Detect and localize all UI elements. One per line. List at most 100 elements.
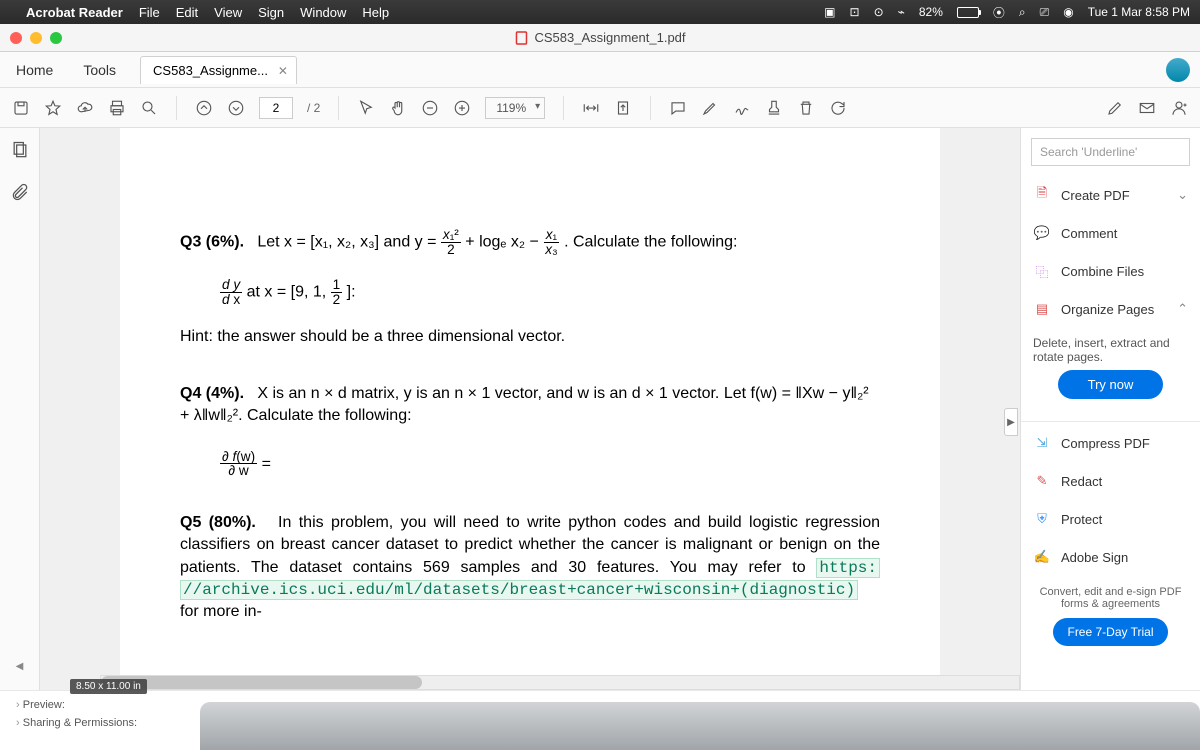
- rotate-icon[interactable]: [829, 99, 847, 117]
- tool-compress[interactable]: ⇲Compress PDF: [1021, 424, 1200, 462]
- menu-view[interactable]: View: [214, 5, 242, 20]
- document-tab[interactable]: CS583_Assignme... ✕: [140, 56, 297, 84]
- toolbar: / 2 119%: [0, 88, 1200, 128]
- highlight-icon[interactable]: [701, 99, 719, 117]
- search-icon[interactable]: ⌕: [1019, 5, 1026, 20]
- tab-tools[interactable]: Tools: [77, 58, 122, 82]
- minimize-window-button[interactable]: [30, 32, 42, 44]
- page-dimensions: 8.50 x 11.00 in: [70, 679, 147, 694]
- q3-frac2: x₁x₃: [543, 228, 559, 256]
- page-up-icon[interactable]: [195, 99, 213, 117]
- edit-icon[interactable]: [1106, 99, 1124, 117]
- tabs-row: Home Tools CS583_Assignme... ✕: [0, 52, 1200, 88]
- right-panel: Search 'Underline' 🗎Create PDF 💬Comment …: [1020, 128, 1200, 690]
- fullscreen-window-button[interactable]: [50, 32, 62, 44]
- menu-items: File Edit View Sign Window Help: [139, 5, 389, 20]
- tool-combine[interactable]: ⿻Combine Files: [1021, 252, 1200, 290]
- mail-icon[interactable]: [1138, 99, 1156, 117]
- bluetooth-icon[interactable]: ⌁: [898, 5, 905, 19]
- document-tab-label: CS583_Assignme...: [153, 63, 268, 78]
- sign-icon[interactable]: [733, 99, 751, 117]
- menubar-right: ▣ ⊡ ⊙ ⌁ 82% ⦿ ⌕ ⎚ ◉ Tue 1 Mar 8:58 PM: [824, 4, 1190, 21]
- wifi-icon[interactable]: ⦿: [993, 4, 1005, 21]
- expand-panel-handle[interactable]: ▶: [1004, 408, 1018, 436]
- magnifier-icon[interactable]: [140, 99, 158, 117]
- document-viewport[interactable]: Q3 (6%). Let x = [x₁, x₂, x₃] and y = x₁…: [40, 128, 1020, 690]
- select-tool-icon[interactable]: [357, 99, 375, 117]
- q4-eq: =: [262, 455, 271, 472]
- collapse-rail-icon[interactable]: ◀: [16, 661, 24, 672]
- page-down-icon[interactable]: [227, 99, 245, 117]
- save-icon[interactable]: [12, 99, 30, 117]
- app-name[interactable]: Acrobat Reader: [26, 5, 123, 20]
- control-center-icon[interactable]: ⎚: [1040, 5, 1050, 20]
- attachments-icon[interactable]: [10, 182, 30, 202]
- pdf-page: Q3 (6%). Let x = [x₁, x₂, x₃] and y = x₁…: [120, 128, 940, 690]
- siri-icon[interactable]: ◉: [1063, 5, 1073, 19]
- zoom-in-icon[interactable]: [453, 99, 471, 117]
- q5-text-b: for more in-: [180, 603, 262, 620]
- zoom-level[interactable]: 119%: [485, 97, 545, 119]
- q3-deriv-a: at x = [9, 1,: [247, 284, 331, 301]
- menu-help[interactable]: Help: [362, 5, 389, 20]
- bottom-area: 8.50 x 11.00 in Preview: Sharing & Permi…: [0, 690, 1200, 750]
- tool-comment[interactable]: 💬Comment: [1021, 214, 1200, 252]
- stamp-icon[interactable]: [765, 99, 783, 117]
- zoom-out-icon[interactable]: [421, 99, 439, 117]
- close-tab-icon[interactable]: ✕: [278, 64, 288, 78]
- battery-percent[interactable]: 82%: [919, 5, 943, 19]
- hand-tool-icon[interactable]: [389, 99, 407, 117]
- play-icon[interactable]: ⊙: [874, 5, 884, 19]
- macos-dock[interactable]: [200, 702, 1200, 750]
- left-rail: ◀: [0, 128, 40, 690]
- free-trial-button[interactable]: Free 7-Day Trial: [1053, 618, 1167, 646]
- protect-icon: ⛨: [1033, 510, 1051, 528]
- account-icon[interactable]: [1166, 58, 1190, 82]
- tool-redact[interactable]: ✎Redact: [1021, 462, 1200, 500]
- create-pdf-icon: 🗎: [1033, 186, 1051, 204]
- combine-icon: ⿻: [1033, 262, 1051, 280]
- page-number-input[interactable]: [259, 97, 293, 119]
- cloud-icon[interactable]: [76, 99, 94, 117]
- search-tools-input[interactable]: Search 'Underline': [1031, 138, 1190, 166]
- page-total: / 2: [307, 101, 320, 115]
- scrollbar-thumb[interactable]: [101, 676, 422, 689]
- q3-frac1: x₁²2: [441, 228, 461, 256]
- tool-adobe-sign[interactable]: ✍Adobe Sign: [1021, 538, 1200, 576]
- thumbnails-icon[interactable]: [10, 140, 30, 160]
- q4-text: X is an n × d matrix, y is an n × 1 vect…: [180, 385, 869, 424]
- compress-icon: ⇲: [1033, 434, 1051, 452]
- tool-protect[interactable]: ⛨Protect: [1021, 500, 1200, 538]
- battery-icon[interactable]: [957, 7, 979, 18]
- fit-width-icon[interactable]: [582, 99, 600, 117]
- comment-icon[interactable]: [669, 99, 687, 117]
- trash-icon[interactable]: [797, 99, 815, 117]
- q5-text-a: In this problem, you will need to write …: [180, 514, 880, 576]
- q3-half: 12: [331, 278, 343, 306]
- tool-organize[interactable]: ▤Organize Pages: [1021, 290, 1200, 328]
- star-icon[interactable]: [44, 99, 62, 117]
- q5-url-1: https:: [816, 558, 880, 578]
- share-icon[interactable]: [1170, 99, 1188, 117]
- try-now-button[interactable]: Try now: [1058, 370, 1164, 399]
- tool-create-pdf[interactable]: 🗎Create PDF: [1021, 176, 1200, 214]
- menu-window[interactable]: Window: [300, 5, 346, 20]
- camera-icon[interactable]: ▣: [824, 5, 835, 19]
- q3-hint: Hint: the answer should be a three dimen…: [180, 326, 880, 348]
- menu-file[interactable]: File: [139, 5, 160, 20]
- menu-sign[interactable]: Sign: [258, 5, 284, 20]
- menu-edit[interactable]: Edit: [176, 5, 198, 20]
- video-icon[interactable]: ⊡: [850, 5, 860, 19]
- q5-url-2: //archive.ics.uci.edu/ml/datasets/breast…: [180, 580, 858, 600]
- window-title: CS583_Assignment_1.pdf: [514, 30, 685, 45]
- print-icon[interactable]: [108, 99, 126, 117]
- fit-page-icon[interactable]: [614, 99, 632, 117]
- organize-icon: ▤: [1033, 300, 1051, 318]
- q3-text-a: Let x = [x₁, x₂, x₃] and y =: [257, 233, 441, 250]
- q3-text-b: + logₑ x₂ −: [465, 233, 543, 250]
- horizontal-scrollbar[interactable]: [100, 675, 1020, 690]
- q4-heading: Q4 (4%).: [180, 385, 244, 402]
- close-window-button[interactable]: [10, 32, 22, 44]
- clock[interactable]: Tue 1 Mar 8:58 PM: [1088, 5, 1190, 19]
- tab-home[interactable]: Home: [10, 58, 59, 82]
